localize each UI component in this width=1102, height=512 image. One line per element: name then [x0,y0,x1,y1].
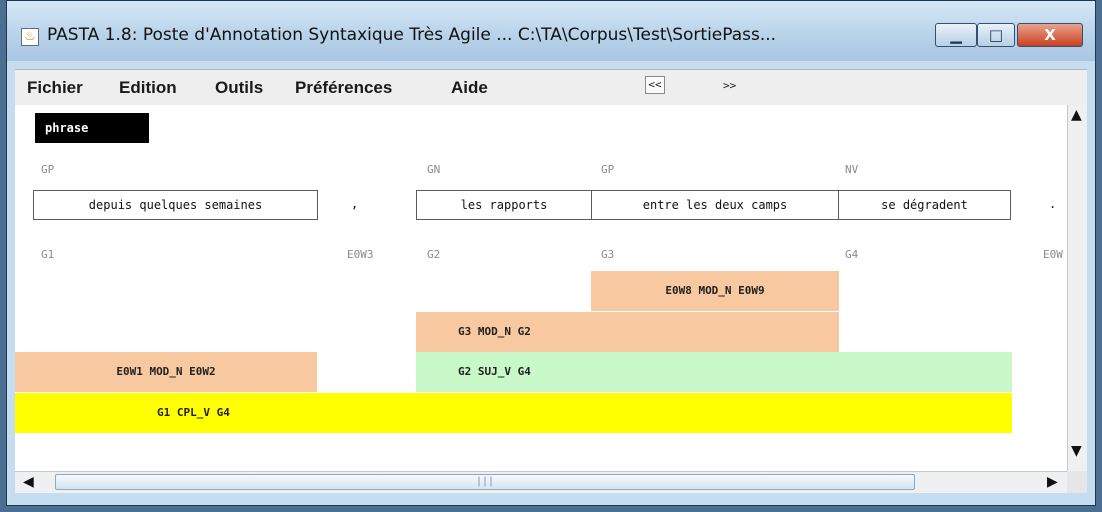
chunk-type-label: GP [601,163,615,176]
group-id-label: E0W [1043,248,1063,261]
punctuation-token[interactable]: . [1049,197,1056,211]
chunk-box[interactable]: les rapports [416,190,592,220]
punctuation-token[interactable]: , [351,197,358,211]
scroll-down-arrow-icon[interactable]: ▼ [1071,443,1082,459]
chunk-type-label: GN [427,163,441,176]
close-button[interactable]: X [1017,23,1083,47]
group-id-label: G2 [427,248,441,261]
chunk-box[interactable]: se dégradent [838,190,1011,220]
scrollbar-corner [1067,471,1087,493]
horizontal-scrollbar[interactable]: ◀ ||| ▶ [15,471,1067,493]
menu-fichier[interactable]: Fichier [27,78,83,98]
scroll-left-arrow-icon[interactable]: ◀ [23,474,34,490]
chunk-type-label: NV [845,163,859,176]
menu-preferences[interactable]: Préférences [295,78,392,98]
group-id-label: E0W3 [347,248,374,261]
scroll-right-arrow-icon[interactable]: ▶ [1047,474,1058,490]
vertical-scrollbar[interactable]: ▲ ▼ [1067,105,1087,471]
relation-mod-n[interactable]: G3 MOD_N G2 [416,312,839,352]
title-bar[interactable]: ♨ PASTA 1.8: Poste d'Annotation Syntaxiq… [7,1,1095,61]
app-window: ♨ PASTA 1.8: Poste d'Annotation Syntaxiq… [6,0,1096,506]
relation-suj-v[interactable]: G2 SUJ_V G4 [416,352,1012,392]
chunk-box[interactable]: entre les deux camps [591,190,839,220]
chunk-type-label: GP [41,163,55,176]
phrase-tag[interactable]: phrase [35,113,149,143]
group-id-label: G1 [41,248,55,261]
relation-mod-n[interactable]: E0W1 MOD_N E0W2 [15,352,317,392]
relation-mod-n[interactable]: E0W8 MOD_N E0W9 [591,271,839,311]
menu-bar: Fichier Edition Outils Préférences Aide … [15,69,1087,106]
menu-aide[interactable]: Aide [451,78,488,98]
previous-sentence-button[interactable]: << [645,76,665,94]
group-id-label: G4 [845,248,859,261]
java-app-icon[interactable]: ♨ [21,28,39,46]
menu-edition[interactable]: Edition [119,78,177,98]
window-title: PASTA 1.8: Poste d'Annotation Syntaxique… [47,25,777,45]
horizontal-scroll-thumb[interactable]: ||| [55,474,915,490]
menu-outils[interactable]: Outils [215,78,263,98]
scroll-up-arrow-icon[interactable]: ▲ [1071,107,1082,123]
maximize-button[interactable]: □ [977,23,1015,47]
minimize-button[interactable]: ▁ [935,23,977,47]
next-sentence-button[interactable]: >> [723,79,736,92]
group-id-label: G3 [601,248,615,261]
relation-cpl-v[interactable]: G1 CPL_V G4 [15,393,1012,433]
annotation-panel: phrase GP GN GP NV depuis quelques semai… [15,105,1067,471]
chunk-box[interactable]: depuis quelques semaines [33,190,318,220]
